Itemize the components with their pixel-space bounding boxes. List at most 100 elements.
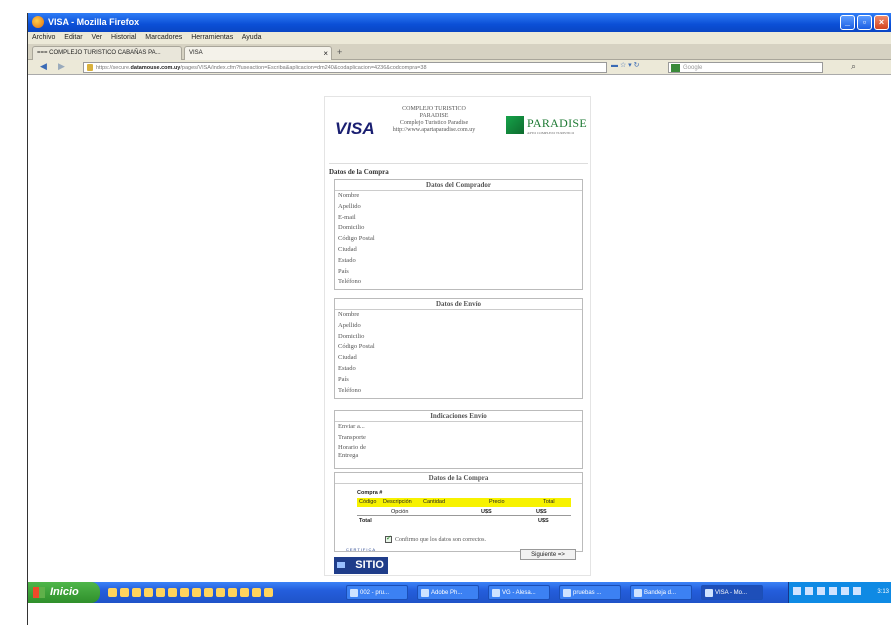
page-content: VISA COMPLEJO TURISTICO PARADISE Complej…	[28, 76, 891, 579]
forward-icon[interactable]: ▶	[58, 61, 65, 72]
total-currency: U$S	[538, 518, 549, 524]
taskbar: Inicio 002 - pru... Adobe Ph... VG - Ale…	[28, 582, 891, 603]
windows-flag-icon	[33, 587, 45, 598]
search-placeholder: Google	[683, 65, 703, 71]
field-label: Apellido	[338, 321, 361, 329]
merchant-line-2: PARADISE	[419, 113, 449, 119]
menu-historial[interactable]: Historial	[111, 34, 136, 41]
clock: 3:13	[877, 589, 889, 595]
confirm-checkbox[interactable]	[385, 534, 392, 543]
shipping-header: Datos de Envío	[335, 299, 582, 310]
menu-herramientas[interactable]: Herramientas	[191, 34, 233, 41]
url-path: /pages/VISA/index.cfm?fuseaction=Escriba…	[180, 65, 427, 71]
palm-icon	[506, 116, 524, 134]
close-window-button[interactable]: ×	[874, 15, 889, 30]
field-label: País	[338, 267, 349, 275]
taskbar-button[interactable]: 002 - pru...	[346, 585, 408, 600]
menu-editar[interactable]: Editar	[64, 34, 82, 41]
cert-top-text: CERTIFICA	[345, 547, 377, 552]
url-prefix: https://secure.	[96, 65, 131, 71]
quicklaunch-icon[interactable]	[168, 588, 177, 597]
quicklaunch-icon[interactable]	[264, 588, 273, 597]
menu-ver[interactable]: Ver	[92, 34, 103, 41]
start-label: Inicio	[50, 586, 79, 598]
firefox-icon	[32, 16, 44, 28]
compra-number-label: Compra #	[357, 490, 383, 496]
bookmark-star-icon[interactable]: ▬ ☆ ▾ ↻	[611, 61, 640, 69]
tab-label: === COMPLEJO TURISTICO CABAÑAS PA...	[37, 50, 161, 56]
column-header: Código	[359, 499, 377, 505]
field-label: Código Postal	[338, 343, 375, 351]
merchant-header: COMPLEJO TURISTICO PARADISE Complejo Tur…	[379, 106, 489, 134]
tray-icon[interactable]	[817, 587, 825, 596]
confirm-row: Confirmo que los datos son correctos.	[385, 534, 486, 543]
close-tab-icon[interactable]: ×	[323, 47, 328, 60]
tray-icon[interactable]	[793, 587, 801, 596]
merchant-url: http://www.apartaparadise.com.uy	[392, 127, 476, 133]
search-input[interactable]: Google	[668, 62, 823, 73]
visa-logo: VISA	[335, 119, 375, 138]
quicklaunch-icon[interactable]	[216, 588, 225, 597]
menu-ayuda[interactable]: Ayuda	[242, 34, 262, 41]
tray-icon[interactable]	[853, 587, 861, 596]
table-header-row: Código Descripción Cantidad Precio Total	[357, 498, 571, 507]
field-label: Entrega	[338, 451, 359, 459]
window-title: VISA - Mozilla Firefox	[48, 17, 140, 27]
navigation-bar: ◀ ▶ https://secure.datamouse.com.uy/page…	[28, 60, 891, 75]
quicklaunch-icon[interactable]	[156, 588, 165, 597]
payment-page: VISA COMPLEJO TURISTICO PARADISE Complej…	[324, 96, 591, 576]
menu-marcadores[interactable]: Marcadores	[145, 34, 182, 41]
field-label: Nombre	[338, 192, 360, 199]
quicklaunch-icon[interactable]	[240, 588, 249, 597]
field-label: Nombre	[338, 311, 360, 318]
total-row: Total U$S	[357, 516, 571, 526]
quicklaunch-icon[interactable]	[228, 588, 237, 597]
quicklaunch-icon[interactable]	[108, 588, 117, 597]
browser-window: VISA - Mozilla Firefox _ ▫ × Archivo Edi…	[27, 13, 891, 625]
search-icon[interactable]: ⌕	[851, 61, 856, 72]
start-button[interactable]: Inicio	[28, 582, 100, 603]
taskbar-button[interactable]: VISA - Mo...	[701, 585, 763, 600]
minimize-button[interactable]: _	[840, 15, 855, 30]
menu-archivo[interactable]: Archivo	[32, 34, 55, 41]
merchant-line-1: COMPLEJO TURISTICO	[402, 106, 466, 112]
next-button[interactable]: Siguiente =>	[520, 549, 576, 560]
option-label: Opción	[391, 509, 409, 515]
quicklaunch-icon[interactable]	[180, 588, 189, 597]
instructions-header: Indicaciones Envío	[335, 411, 582, 422]
back-icon[interactable]: ◀	[40, 61, 47, 72]
column-header: Cantidad	[423, 499, 446, 505]
quicklaunch-icon[interactable]	[132, 588, 141, 597]
tray-icon[interactable]	[829, 587, 837, 596]
field-label: Transporte	[338, 433, 366, 441]
quicklaunch-icon[interactable]	[252, 588, 261, 597]
taskbar-button[interactable]: pruebas ...	[559, 585, 621, 600]
new-tab-icon[interactable]: +	[337, 47, 342, 57]
quicklaunch-icon[interactable]	[120, 588, 129, 597]
tab-complejo[interactable]: === COMPLEJO TURISTICO CABAÑAS PA...	[32, 46, 182, 60]
confirm-label: Confirmo que los datos son correctos.	[395, 536, 486, 543]
tab-bar: === COMPLEJO TURISTICO CABAÑAS PA... VIS…	[28, 44, 891, 60]
field-label: E-mail	[338, 213, 356, 221]
title-bar: VISA - Mozilla Firefox _ ▫ ×	[28, 13, 891, 32]
paradise-sub: APTO COMPLEJO TURISTICO	[527, 131, 575, 135]
menu-bar: Archivo Editar Ver Historial Marcadores …	[28, 32, 891, 44]
certifica-sitio-badge[interactable]: CERTIFICA SITIO	[334, 547, 388, 575]
taskbar-button[interactable]: Bandeja d...	[630, 585, 692, 600]
total-label: Total	[359, 518, 372, 524]
field-label: País	[338, 375, 349, 383]
tab-visa[interactable]: VISA ×	[184, 46, 332, 60]
quicklaunch-icon[interactable]	[144, 588, 153, 597]
tray-icon[interactable]	[805, 587, 813, 596]
field-label: Teléfono	[338, 278, 362, 286]
maximize-button[interactable]: ▫	[857, 15, 872, 30]
quicklaunch-icon[interactable]	[204, 588, 213, 597]
taskbar-button[interactable]: Adobe Ph...	[417, 585, 479, 600]
address-bar[interactable]: https://secure.datamouse.com.uy/pages/VI…	[83, 62, 607, 73]
tray-icon[interactable]	[841, 587, 849, 596]
quicklaunch-icon[interactable]	[192, 588, 201, 597]
taskbar-button[interactable]: VG - Alesa...	[488, 585, 550, 600]
lock-icon	[87, 64, 93, 71]
purchase-table: Compra # Código Descripción Cantidad Pre…	[357, 490, 571, 526]
shipping-section: Datos de Envío Nombre Apellido Domicilio…	[334, 298, 583, 399]
